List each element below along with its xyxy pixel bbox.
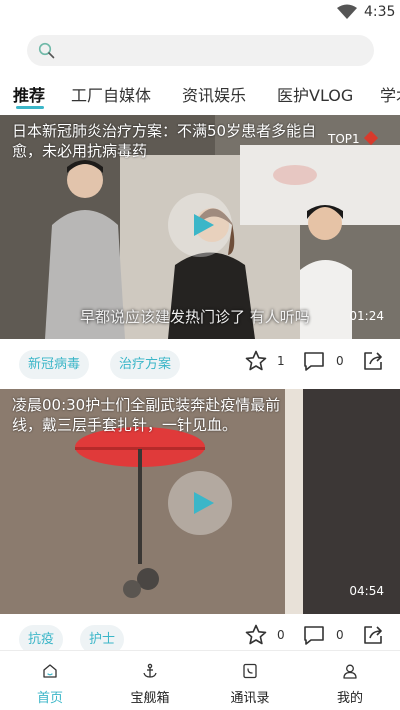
- tab-academic[interactable]: 学术: [380, 82, 400, 106]
- share-icon: [364, 626, 382, 644]
- tab-news-entertainment[interactable]: 资讯娱乐: [182, 82, 246, 106]
- share-icon: [364, 352, 382, 370]
- play-button[interactable]: [168, 471, 232, 535]
- star-icon: [245, 350, 267, 371]
- tag-covid[interactable]: 新冠病毒: [19, 350, 90, 379]
- nav-home[interactable]: 首页: [0, 651, 100, 710]
- nav-home-label: 首页: [36, 691, 63, 706]
- home-icon: [43, 664, 57, 678]
- video-duration: 04:54: [349, 584, 384, 598]
- nav-contacts[interactable]: 通讯录: [200, 651, 300, 710]
- like-count: 0: [277, 628, 285, 642]
- comment-button[interactable]: 0: [302, 623, 344, 651]
- rank-badge: TOP1: [328, 130, 378, 146]
- like-count: 1: [277, 354, 285, 368]
- like-button[interactable]: 1: [244, 349, 285, 377]
- user-icon: [343, 664, 357, 679]
- category-tabs: 推荐 工厂自媒体 资讯娱乐 医护VLOG 学术: [0, 76, 400, 112]
- tab-recommend[interactable]: 推荐: [13, 82, 45, 106]
- nav-profile-label: 我的: [336, 691, 363, 706]
- comment-icon: [304, 626, 324, 645]
- anchor-icon: [143, 663, 157, 678]
- comment-icon: [304, 352, 324, 371]
- nav-contacts-label: 通讯录: [230, 691, 270, 706]
- comment-count: 0: [336, 628, 344, 642]
- comment-button[interactable]: 0: [302, 349, 344, 377]
- active-tab-indicator: [16, 106, 44, 109]
- tab-factory-media[interactable]: 工厂自媒体: [71, 82, 151, 106]
- play-button[interactable]: [168, 193, 232, 257]
- bottom-nav: 首页 宝舰箱 通讯录 我的: [0, 650, 400, 710]
- nav-treasure-box-label: 宝舰箱: [130, 691, 170, 706]
- search-icon: [38, 42, 55, 59]
- maple-leaf-icon: [363, 130, 378, 146]
- nav-treasure-box[interactable]: 宝舰箱: [100, 651, 200, 710]
- status-bar: 4:35: [0, 0, 400, 26]
- like-button[interactable]: 0: [244, 623, 285, 651]
- search-input[interactable]: [27, 35, 374, 66]
- tag-treatment[interactable]: 治疗方案: [110, 350, 181, 379]
- contacts-icon: [243, 663, 257, 679]
- video-card[interactable]: 凌晨00:30护士们全副武装奔赴疫情最前线，戴三层手套扎针，一针见血。 04:5…: [0, 389, 400, 614]
- video-duration: 01:24: [349, 309, 384, 323]
- nav-profile[interactable]: 我的: [300, 651, 400, 710]
- status-time: 4:35: [364, 4, 396, 20]
- rank-badge-label: TOP1: [328, 132, 360, 146]
- video-card[interactable]: 日本新冠肺炎治疗方案：不满50岁患者多能自愈，未必用抗病毒药 TOP1 早都说应…: [0, 115, 400, 339]
- video-subtitle: 早都说应该建发热门诊了 有人听吗: [80, 308, 310, 326]
- wifi-icon: [337, 4, 357, 19]
- star-icon: [245, 624, 267, 645]
- video-title: 日本新冠肺炎治疗方案：不满50岁患者多能自愈，未必用抗病毒药: [12, 122, 317, 160]
- tab-medical-vlog[interactable]: 医护VLOG: [277, 82, 353, 106]
- share-button[interactable]: [361, 349, 385, 377]
- video-title: 凌晨00:30护士们全副武装奔赴疫情最前线，戴三层手套扎针，一针见血。: [12, 396, 281, 434]
- comment-count: 0: [336, 354, 344, 368]
- share-button[interactable]: [361, 623, 385, 651]
